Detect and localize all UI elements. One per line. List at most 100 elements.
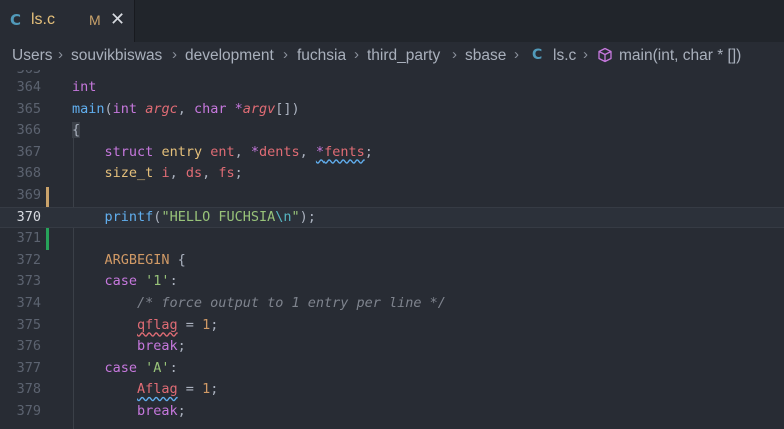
token-variable-warning: fents bbox=[324, 143, 365, 160]
token-number: 1 bbox=[202, 316, 211, 333]
code-line: 378 Aflag = 1; bbox=[0, 379, 784, 401]
token-keyword: case bbox=[104, 273, 138, 290]
code-text: break; bbox=[72, 401, 186, 423]
breadcrumb-item-third-party[interactable]: third_party bbox=[367, 47, 440, 65]
code-text: struct entry ent, *dents, *fents; bbox=[72, 142, 373, 164]
token-keyword: break bbox=[137, 338, 178, 355]
code-line: 373 case '1': bbox=[0, 271, 784, 293]
token-string: "HELLO FUCHSIA bbox=[161, 208, 276, 225]
code-text: ARGBEGIN { bbox=[72, 250, 186, 272]
token-punct: , bbox=[234, 143, 251, 160]
token-punct: []) bbox=[275, 100, 300, 117]
line-number: 373 bbox=[16, 273, 41, 290]
chevron-right-icon: › bbox=[58, 46, 63, 63]
token-string: " bbox=[291, 208, 300, 225]
token-variable-warning: Aflag bbox=[137, 381, 178, 398]
chevron-right-icon: › bbox=[583, 46, 588, 63]
code-line: 372 ARGBEGIN { bbox=[0, 250, 784, 272]
code-editor[interactable]: 363 364 int 365 main(int argc, char *arg… bbox=[0, 70, 784, 429]
token-punct: ; bbox=[210, 316, 219, 333]
token-operator: * bbox=[250, 143, 260, 160]
token-variable: fs bbox=[218, 165, 235, 182]
token-punct: ; bbox=[210, 381, 219, 398]
code-text: { bbox=[72, 120, 81, 142]
token-function: main bbox=[72, 100, 105, 117]
code-text: case 'A': bbox=[72, 358, 178, 380]
cube-icon bbox=[598, 47, 612, 63]
line-number: 376 bbox=[16, 338, 41, 355]
close-icon[interactable]: ✕ bbox=[110, 9, 125, 30]
breadcrumb-item-fuchsia[interactable]: fuchsia bbox=[297, 47, 346, 65]
c-file-icon: C bbox=[532, 47, 543, 63]
code-line: 377 case 'A': bbox=[0, 358, 784, 380]
code-line: 368 size_t i, ds, fs; bbox=[0, 163, 784, 185]
line-number: 368 bbox=[16, 165, 41, 182]
token-punct: , bbox=[177, 100, 194, 117]
token-punct: ; bbox=[177, 338, 186, 355]
token-char: '1' bbox=[145, 273, 170, 290]
token-escape: \n bbox=[275, 208, 292, 225]
token-type: entry bbox=[161, 143, 203, 160]
code-text: printf("HELLO FUCHSIA\n"); bbox=[72, 208, 316, 228]
breadcrumb-item-development[interactable]: development bbox=[185, 47, 274, 65]
token-variable-error: qflag bbox=[137, 316, 178, 333]
code-line: 371 bbox=[0, 228, 784, 250]
line-number: 364 bbox=[16, 79, 41, 95]
code-text: /* force output to 1 entry per line */ bbox=[72, 293, 446, 315]
chevron-right-icon: › bbox=[172, 46, 177, 63]
tab-bar: C ls.c M ✕ bbox=[0, 0, 784, 42]
code-text: size_t i, ds, fs; bbox=[72, 163, 243, 185]
token-punct: , bbox=[299, 143, 316, 160]
line-number: 365 bbox=[16, 100, 41, 117]
token-variable: ds bbox=[185, 165, 203, 182]
token-variable: i bbox=[161, 165, 170, 182]
token-punct: ; bbox=[234, 165, 243, 182]
breadcrumb-item-file[interactable]: ls.c bbox=[553, 47, 576, 65]
line-number: 372 bbox=[16, 251, 41, 268]
breadcrumb-item-users[interactable]: Users bbox=[12, 47, 52, 65]
code-text: qflag = 1; bbox=[72, 315, 218, 337]
code-line: 369 bbox=[0, 185, 784, 207]
token-param: argc bbox=[145, 100, 178, 117]
chevron-right-icon: › bbox=[514, 46, 519, 63]
token-keyword: case bbox=[104, 359, 138, 376]
chevron-right-icon: › bbox=[354, 46, 359, 63]
code-text: case '1': bbox=[72, 271, 178, 293]
token-comment: /* force output to 1 entry per line */ bbox=[137, 295, 446, 311]
token-operator: * bbox=[315, 143, 325, 160]
token-operator: = bbox=[177, 316, 203, 333]
line-number: 369 bbox=[16, 187, 41, 203]
chevron-right-icon: › bbox=[283, 46, 288, 63]
line-number: 374 bbox=[16, 295, 41, 311]
token-punct: : bbox=[169, 359, 178, 376]
tab-ls-c[interactable]: C ls.c M ✕ bbox=[0, 0, 135, 42]
token-punct: , bbox=[169, 165, 186, 182]
line-number: 370 bbox=[16, 208, 41, 225]
code-text: main(int argc, char *argv[]) bbox=[72, 99, 300, 121]
token-keyword: struct bbox=[104, 143, 154, 160]
token-keyword: int bbox=[112, 100, 138, 117]
line-number: 366 bbox=[16, 122, 41, 139]
c-file-icon: C bbox=[10, 11, 22, 29]
token-brace: { bbox=[72, 122, 81, 139]
code-line: 374 /* force output to 1 entry per line … bbox=[0, 293, 784, 315]
line-number: 378 bbox=[16, 381, 41, 398]
token-punct: : bbox=[169, 273, 178, 290]
token-variable: dents bbox=[259, 143, 300, 160]
breadcrumb-item-souvikbiswas[interactable]: souvikbiswas bbox=[71, 47, 162, 65]
breadcrumb-item-sbase[interactable]: sbase bbox=[465, 47, 506, 65]
token-punct: ; bbox=[364, 143, 373, 160]
token-type: size_t bbox=[104, 165, 154, 182]
modified-badge: M bbox=[89, 12, 101, 28]
token-punct: ( bbox=[104, 100, 113, 117]
chevron-right-icon: › bbox=[452, 46, 457, 63]
token-punct: ; bbox=[177, 403, 186, 419]
token-keyword: char bbox=[193, 100, 227, 117]
token-param: argv bbox=[242, 100, 276, 117]
code-line: 375 qflag = 1; bbox=[0, 315, 784, 337]
token-punct: { bbox=[169, 251, 186, 268]
breadcrumb-item-symbol[interactable]: main(int, char * []) bbox=[619, 47, 741, 65]
token-number: 1 bbox=[202, 381, 211, 398]
token-punct: ); bbox=[299, 208, 316, 225]
token-punct: , bbox=[202, 165, 219, 182]
